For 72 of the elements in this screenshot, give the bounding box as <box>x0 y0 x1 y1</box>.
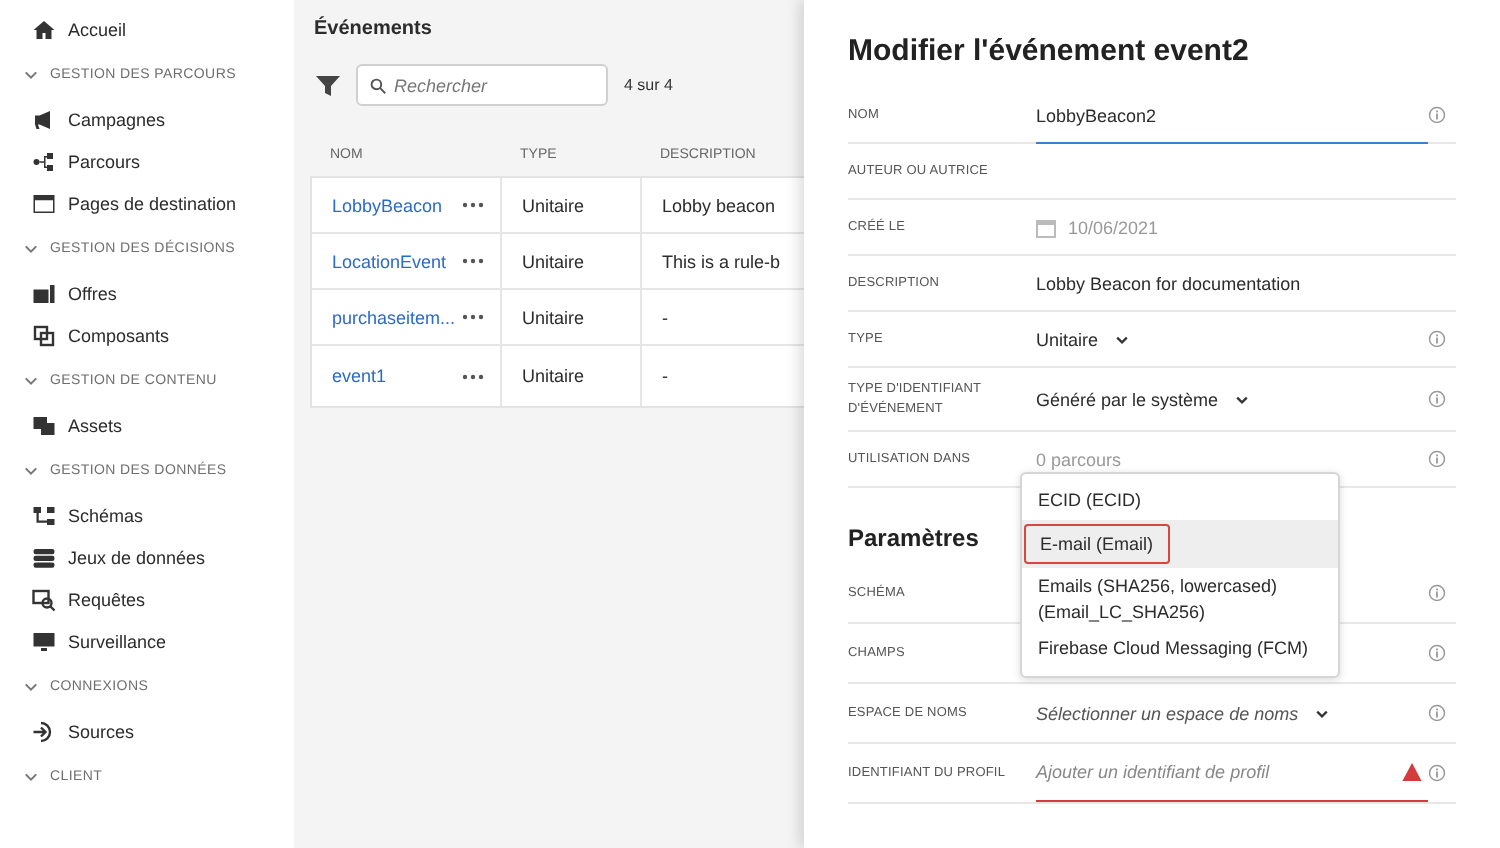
info-icon[interactable] <box>1428 584 1446 602</box>
more-icon[interactable] <box>462 258 484 264</box>
flow-icon <box>32 149 56 173</box>
info-icon[interactable] <box>1428 106 1446 124</box>
search-field[interactable]: Rechercher <box>356 64 608 106</box>
chevron-down-icon[interactable] <box>1234 391 1251 407</box>
warning-icon <box>1402 762 1422 782</box>
nav-item[interactable]: Pages de destination <box>0 182 294 224</box>
sign-in-icon <box>32 719 56 743</box>
filter-icon[interactable] <box>316 73 340 97</box>
more-icon[interactable] <box>462 373 484 379</box>
database-icon <box>32 545 56 569</box>
home-icon <box>32 17 56 41</box>
namespace-select[interactable]: Sélectionner un espace de noms <box>1036 703 1331 723</box>
search-icon <box>370 75 386 95</box>
event-link[interactable]: LobbyBeacon <box>332 195 443 215</box>
panel-title: Événements <box>314 18 434 40</box>
info-icon[interactable] <box>1428 704 1446 722</box>
info-icon[interactable] <box>1428 390 1446 408</box>
menu-option[interactable]: E-mail (Email) <box>1022 519 1338 569</box>
editor-title: Modifier l'événement event2 <box>848 34 1251 68</box>
event-link[interactable]: event1 <box>332 366 387 386</box>
nav-item[interactable]: Campagnes <box>0 98 294 140</box>
info-icon[interactable] <box>1428 644 1446 662</box>
component-icon <box>32 323 56 347</box>
table-cell: Unitaire <box>522 251 585 271</box>
search-input[interactable]: Rechercher <box>394 75 594 95</box>
nav-item[interactable]: Parcours <box>0 140 294 182</box>
name-input[interactable]: LobbyBeacon2 <box>1036 88 1428 144</box>
nav-item[interactable]: Requêtes <box>0 578 294 620</box>
nav-item[interactable]: Offres <box>0 272 294 314</box>
query-icon <box>32 587 56 611</box>
menu-option[interactable]: ECID (ECID) <box>1022 482 1338 520</box>
select-field[interactable]: Unitaire <box>1036 329 1131 349</box>
megaphone-icon <box>32 107 56 131</box>
table-cell: Unitaire <box>522 307 585 327</box>
nav-item[interactable]: Surveillance <box>0 620 294 662</box>
more-icon[interactable] <box>462 314 484 320</box>
chevron-down-icon[interactable] <box>1114 331 1131 347</box>
menu-option[interactable]: Firebase Cloud Messaging (FCM) <box>1022 630 1338 668</box>
nav-item[interactable]: Jeux de données <box>0 536 294 578</box>
menu-option[interactable]: Emails (SHA256, lowercased) (Email_LC_SHA256) <box>1022 568 1338 631</box>
info-icon[interactable] <box>1428 450 1446 468</box>
nav-item[interactable]: Accueil <box>0 8 294 50</box>
info-icon[interactable] <box>1428 330 1446 348</box>
nav-item[interactable]: Assets <box>0 404 294 446</box>
chevron-down-icon[interactable] <box>1314 705 1331 721</box>
nav-item[interactable]: Sources <box>0 710 294 752</box>
field-value: 0 parcours <box>1036 449 1122 469</box>
result-count: 4 sur 4 <box>624 76 673 94</box>
event-link[interactable]: purchaseitem... <box>332 307 456 327</box>
section-title: Paramètres <box>848 524 979 552</box>
calendar-icon <box>1036 217 1056 237</box>
more-icon[interactable] <box>462 202 484 208</box>
field-value: Lobby Beacon for documentation <box>1036 273 1301 293</box>
window-icon <box>32 191 56 215</box>
monitor-icon <box>32 629 56 653</box>
images-icon <box>32 413 56 437</box>
profile-id-input[interactable]: Ajouter un identifiant de profil <box>1036 744 1428 802</box>
nav-item[interactable]: Schémas <box>0 494 294 536</box>
select-field[interactable]: Généré par le système <box>1036 389 1251 409</box>
date-value: 10/06/2021 <box>1068 217 1159 237</box>
table-cell: Unitaire <box>522 366 585 386</box>
table-cell: This is a rule-b <box>662 251 781 271</box>
table-cell: - <box>662 366 668 386</box>
schema-icon <box>32 503 56 527</box>
table-cell: - <box>662 307 668 327</box>
event-link[interactable]: LocationEvent <box>332 251 447 271</box>
table-cell: Unitaire <box>522 195 585 215</box>
nav-item[interactable]: Composants <box>0 314 294 356</box>
info-icon[interactable] <box>1428 764 1446 782</box>
table-cell: Lobby beacon <box>662 195 776 215</box>
